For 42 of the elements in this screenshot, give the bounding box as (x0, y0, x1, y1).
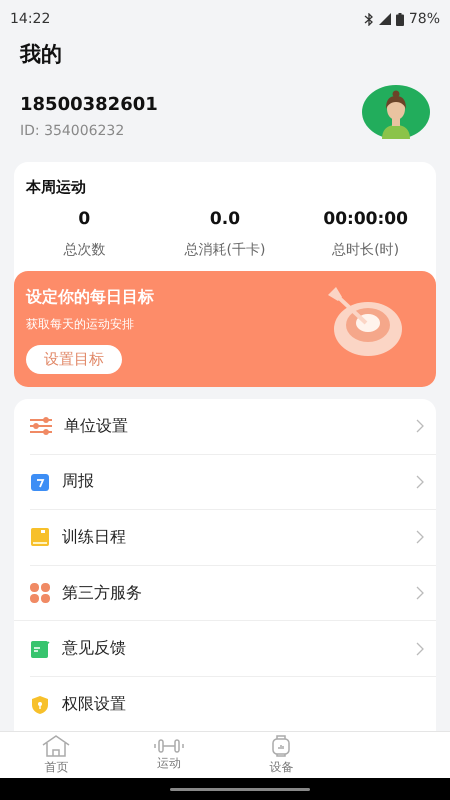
note-edit-icon (30, 638, 50, 659)
menu-item[interactable]: 单位设置 (64, 416, 416, 437)
home-icon (41, 734, 72, 756)
avatar[interactable] (362, 85, 430, 139)
chevron-right-icon (416, 474, 424, 489)
menu-item[interactable]: 第三方服务 (62, 582, 416, 604)
stat-value: 0.0 (210, 209, 240, 229)
stat-label: 总时长(时) (332, 241, 400, 259)
stat-label: 总次数 (63, 241, 106, 259)
menu-item[interactable]: 训练日程 (62, 526, 416, 548)
user-id: ID: 354006232 (20, 122, 126, 138)
shield-icon (30, 694, 50, 715)
phone-number: 18500382601 (20, 94, 158, 114)
chevron-right-icon (416, 419, 424, 434)
banner-title: 设定你的每日目标 (26, 287, 154, 308)
battery-level: 78% (408, 11, 440, 27)
menu-item[interactable]: 意见反馈 (62, 638, 416, 660)
signal-icon (378, 13, 391, 25)
tab[interactable]: 设备 (225, 732, 338, 778)
stat-label: 总消耗(千卡) (184, 241, 266, 259)
section-title: 本周运动 (24, 177, 87, 197)
stat-value: 00:00:00 (323, 209, 408, 229)
home-indicator[interactable] (170, 788, 310, 790)
chevron-right-icon (416, 642, 424, 656)
book-icon (30, 527, 50, 548)
menu-item[interactable]: 权限设置 (62, 694, 424, 716)
tab[interactable]: 运动 (112, 732, 225, 778)
dumbbell-icon (154, 738, 184, 752)
clover-icon (30, 583, 50, 604)
watch-icon (271, 734, 292, 756)
banner-subtitle: 获取每天的运动安排 (26, 316, 135, 333)
chevron-right-icon (416, 586, 424, 600)
status-time: 14:22 (10, 11, 50, 27)
menu-item[interactable]: 周报 (62, 471, 416, 492)
bluetooth-icon (364, 12, 374, 26)
tab[interactable]: 首页 (0, 732, 112, 778)
page-title: 我的 (18, 41, 63, 68)
sliders-icon (30, 417, 52, 436)
stat-value: 0 (78, 209, 90, 229)
calendar-icon (30, 472, 50, 492)
battery-icon (396, 12, 404, 26)
chevron-right-icon (416, 530, 424, 544)
